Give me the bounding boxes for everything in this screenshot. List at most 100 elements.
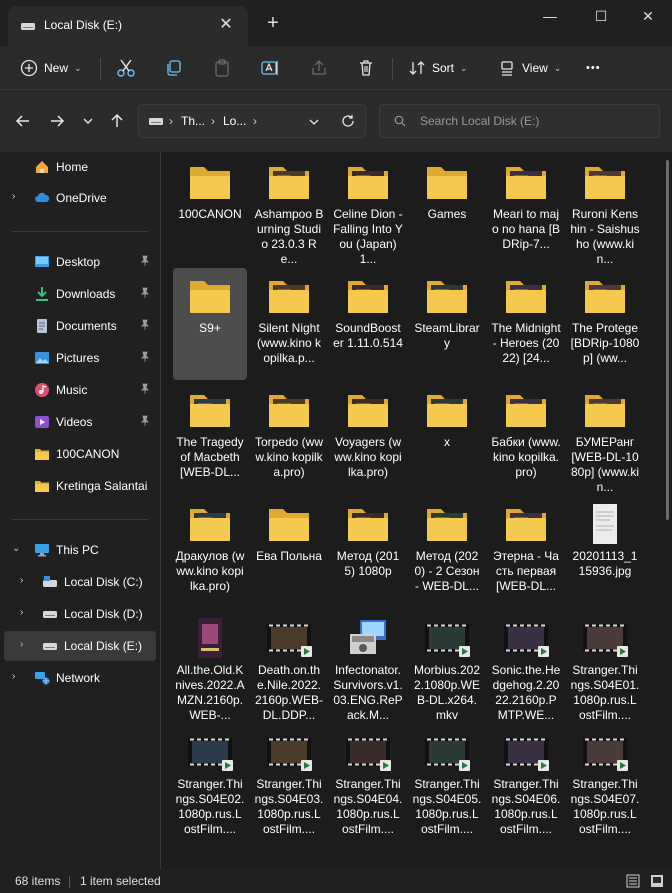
new-tab-button[interactable]: +	[262, 12, 284, 34]
file-item[interactable]: All.the.Old.Knives.2022.AMZN.2160p.WEB-.…	[173, 610, 247, 722]
folder-item[interactable]: Voyagers (www.kino kopilka.pro)	[331, 382, 405, 494]
toolbar-divider	[100, 58, 101, 80]
sidebar-item-label: Local Disk (D:)	[64, 607, 143, 621]
chevron-right-icon[interactable]: ›	[12, 671, 22, 683]
delete-button[interactable]	[357, 54, 375, 82]
paste-button[interactable]	[213, 54, 231, 82]
sort-button[interactable]: Sort ⌄	[408, 54, 468, 82]
status-divider: |	[68, 874, 72, 888]
close-window-button[interactable]: ✕	[628, 4, 668, 28]
cut-button[interactable]	[116, 54, 136, 82]
sidebar-item-videos[interactable]: Videos	[4, 407, 156, 437]
sidebar-item-label: Downloads	[56, 287, 116, 301]
folder-item[interactable]: Ashampoo Burning Studio 23.0.3 Re...	[252, 154, 326, 266]
search-box[interactable]: Search Local Disk (E:)	[379, 104, 660, 138]
folder-item[interactable]: Метод (2020) - 2 Сезон - WEB-DL...	[410, 496, 484, 608]
up-button[interactable]	[106, 110, 128, 132]
sidebar-item-home[interactable]: Home	[4, 152, 156, 182]
share-button[interactable]	[310, 54, 328, 82]
sidebar-item-onedrive[interactable]: › OneDrive	[4, 183, 156, 213]
file-name: Ева Польна	[256, 549, 322, 563]
sidebar-item-kretinga-salantai[interactable]: Kretinga Salantai	[4, 471, 156, 501]
large-icons-view-icon[interactable]	[650, 874, 664, 888]
folder-item[interactable]: Бабки (www.kino kopilka.pro)	[489, 382, 563, 494]
sidebar-item-local-disk-c[interactable]: › Local Disk (C:)	[4, 567, 156, 597]
chevron-right-icon[interactable]: ›	[20, 607, 30, 619]
file-item[interactable]: Stranger.Things.S04E02.1080p.rus.LostFil…	[173, 724, 247, 836]
file-item[interactable]: Stranger.Things.S04E01.1080p.rus.LostFil…	[568, 610, 642, 722]
copy-icon	[167, 60, 181, 76]
recent-locations-button[interactable]	[77, 110, 99, 132]
folder-icon	[585, 395, 625, 427]
file-item[interactable]: Stranger.Things.S04E04.1080p.rus.LostFil…	[331, 724, 405, 836]
breadcrumb-local-disk[interactable]: Lo...	[223, 114, 246, 128]
sidebar-item-local-disk-e[interactable]: › Local Disk (E:)	[4, 631, 156, 661]
file-item[interactable]: Morbius.2022.1080p.WEB-DL.x264.mkv	[410, 610, 484, 722]
maximize-button[interactable]: ☐	[581, 4, 621, 28]
folder-item[interactable]: Silent Night (www.kino kopilka.p...	[252, 268, 326, 380]
back-button[interactable]	[12, 110, 34, 132]
sidebar-item-pictures[interactable]: Pictures	[4, 343, 156, 373]
tab-local-disk-e[interactable]: Local Disk (E:) ✕	[8, 6, 248, 46]
file-name: The Midnight - Heroes (2022) [24...	[491, 321, 561, 365]
rename-icon	[261, 61, 278, 75]
folder-item[interactable]: S9+	[173, 268, 247, 380]
chevron-down-icon[interactable]	[309, 117, 319, 127]
file-item[interactable]: Infectonator.Survivors.v1.03.ENG.RePack.…	[331, 610, 405, 722]
folder-item[interactable]: Дракулов (www.kino kopilka.pro)	[173, 496, 247, 608]
folder-item[interactable]: Ева Польна	[252, 496, 326, 608]
folder-item[interactable]: Этерна - Часть первая [WEB-DL...	[489, 496, 563, 608]
sidebar-item-100canon[interactable]: 100CANON	[4, 439, 156, 469]
breadcrumb-this-pc[interactable]: Th...	[181, 114, 205, 128]
folder-item[interactable]: Torpedo (www.kino kopilka.pro)	[252, 382, 326, 494]
vertical-scrollbar[interactable]	[666, 160, 669, 520]
chevron-right-icon[interactable]: ›	[20, 639, 30, 651]
sidebar-item-downloads[interactable]: Downloads	[4, 279, 156, 309]
sidebar-item-music[interactable]: Music	[4, 375, 156, 405]
folder-icon	[348, 509, 388, 541]
sidebar-item-this-pc[interactable]: ⌄ This PC	[4, 535, 156, 565]
file-item[interactable]: Stranger.Things.S04E05.1080p.rus.LostFil…	[410, 724, 484, 836]
folder-item[interactable]: Celine Dion - Falling Into You (Japan) 1…	[331, 154, 405, 266]
folder-item[interactable]: БУМЕРанг [WEB-DL-1080p] (www.kin...	[568, 382, 642, 494]
new-button[interactable]: New ⌄	[20, 54, 82, 82]
file-item[interactable]: Stranger.Things.S04E03.1080p.rus.LostFil…	[252, 724, 326, 836]
toolbar-divider	[392, 58, 393, 80]
copy-button[interactable]	[165, 54, 183, 82]
sidebar-item-documents[interactable]: Documents	[4, 311, 156, 341]
sidebar-item-local-disk-d[interactable]: › Local Disk (D:)	[4, 599, 156, 629]
more-options-button[interactable]: •••	[586, 54, 601, 82]
refresh-icon[interactable]	[341, 114, 355, 128]
tab-close-button[interactable]: ✕	[216, 15, 236, 35]
title-bar: Local Disk (E:) ✕ + — ☐ ✕	[0, 0, 672, 46]
chevron-right-icon[interactable]: ›	[20, 575, 30, 587]
folder-item[interactable]: Games	[410, 154, 484, 266]
folder-item[interactable]: The Tragedy of Macbeth [WEB-DL...	[173, 382, 247, 494]
video-file-icon	[267, 624, 312, 657]
file-name: Метод (2020) - 2 Сезон - WEB-DL...	[414, 549, 480, 593]
file-item[interactable]: 20201113_115936.jpg	[568, 496, 642, 608]
folder-item[interactable]: SteamLibrary	[410, 268, 484, 380]
folder-item[interactable]: The Midnight - Heroes (2022) [24...	[489, 268, 563, 380]
file-item[interactable]: Stranger.Things.S04E07.1080p.rus.LostFil…	[568, 724, 642, 836]
folder-item[interactable]: x	[410, 382, 484, 494]
file-item[interactable]: Sonic.the.Hedgehog.2.2022.2160p.PMTP.WE.…	[489, 610, 563, 722]
rename-button[interactable]	[260, 54, 280, 82]
folder-item[interactable]: The Protege [BDRip-1080p] (ww...	[568, 268, 642, 380]
file-item[interactable]: Death.on.the.Nile.2022.2160p.WEB-DL.DDP.…	[252, 610, 326, 722]
folder-item[interactable]: Метод (2015) 1080p	[331, 496, 405, 608]
chevron-right-icon[interactable]: ›	[12, 191, 22, 203]
address-bar[interactable]: › Th... › Lo... ›	[138, 104, 366, 138]
folder-item[interactable]: Meari to majo no hana [BDRip-7...	[489, 154, 563, 266]
folder-item[interactable]: 100CANON	[173, 154, 247, 266]
file-item[interactable]: Stranger.Things.S04E06.1080p.rus.LostFil…	[489, 724, 563, 836]
sidebar-item-desktop[interactable]: Desktop	[4, 247, 156, 277]
forward-button[interactable]	[46, 110, 68, 132]
folder-item[interactable]: SoundBooster 1.11.0.514	[331, 268, 405, 380]
view-button[interactable]: View ⌄	[498, 54, 561, 82]
folder-item[interactable]: Ruroni Kenshin - Saishusho (www.kin...	[568, 154, 642, 266]
chevron-down-icon[interactable]: ⌄	[12, 543, 22, 555]
minimize-button[interactable]: —	[530, 4, 570, 28]
details-view-icon[interactable]	[626, 874, 640, 888]
sidebar-item-network[interactable]: › Network	[4, 663, 156, 693]
